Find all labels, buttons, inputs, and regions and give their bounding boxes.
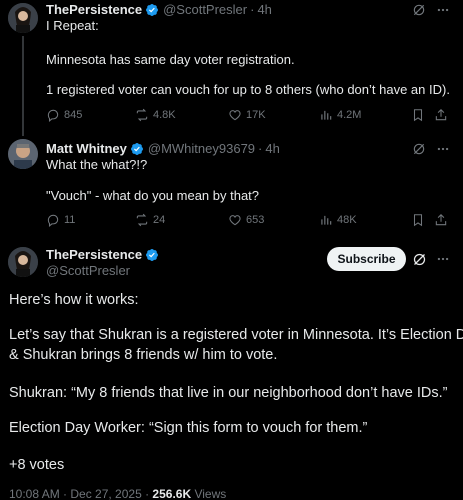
more-icon[interactable] bbox=[435, 251, 451, 267]
tweet-text-line: Minnesota has same day voter registratio… bbox=[46, 52, 295, 67]
verified-badge-icon bbox=[130, 142, 143, 155]
like-count: 17K bbox=[246, 109, 266, 121]
grok-icon[interactable] bbox=[411, 141, 427, 157]
avatar[interactable] bbox=[8, 3, 38, 33]
like-count: 653 bbox=[246, 214, 265, 226]
author-handle[interactable]: @ScottPresler bbox=[46, 263, 130, 279]
thread-line bbox=[22, 36, 24, 136]
author-handle[interactable]: @MWhitney93679 bbox=[148, 141, 255, 156]
tweet-time[interactable]: 4h bbox=[257, 2, 271, 17]
author-name[interactable]: Matt Whitney bbox=[46, 141, 127, 156]
tweet-header: ThePersistence @ScottPresler · 4h bbox=[46, 2, 272, 17]
share-icon[interactable] bbox=[433, 107, 449, 123]
main-tweet: ThePersistence @ScottPresler bbox=[0, 235, 463, 500]
tweet-header: ThePersistence bbox=[46, 247, 159, 262]
like-icon bbox=[229, 215, 241, 226]
views-count: 48K bbox=[337, 214, 357, 226]
reply-count: 845 bbox=[64, 109, 83, 121]
author-name[interactable]: ThePersistence bbox=[46, 2, 142, 17]
views-icon bbox=[321, 110, 332, 120]
tweet-text-line: "Vouch" - what do you mean by that? bbox=[46, 188, 260, 203]
tweet-scottpresler-1[interactable]: ThePersistence @ScottPresler · 4h I Repe… bbox=[0, 0, 463, 136]
repost-icon bbox=[136, 108, 148, 122]
views-label: Views bbox=[191, 487, 227, 500]
like-button[interactable]: 17K bbox=[228, 108, 266, 122]
repost-icon bbox=[136, 213, 148, 227]
main-paragraph: +8 votes bbox=[9, 457, 65, 473]
repost-count: 4.8K bbox=[153, 109, 176, 121]
grok-icon[interactable] bbox=[411, 251, 427, 267]
subscribe-button[interactable]: Subscribe bbox=[327, 247, 406, 271]
views-button[interactable]: 48K bbox=[319, 213, 357, 227]
tweet-time[interactable]: 4h bbox=[265, 141, 279, 156]
reply-icon bbox=[47, 109, 59, 122]
reply-icon bbox=[47, 214, 59, 227]
tweet-text-line: I Repeat: bbox=[46, 18, 99, 33]
views-count: 4.2M bbox=[337, 109, 362, 121]
tweet-mwhitney[interactable]: Matt Whitney @MWhitney93679 · 4h What th… bbox=[0, 135, 463, 235]
more-icon[interactable] bbox=[435, 2, 451, 18]
verified-badge-icon bbox=[146, 3, 159, 16]
reply-button[interactable]: 11 bbox=[46, 213, 75, 227]
repost-button[interactable]: 24 bbox=[135, 213, 165, 227]
verified-badge-icon bbox=[146, 248, 159, 261]
main-paragraph: Let’s say that Shukran is a registered v… bbox=[9, 327, 463, 343]
view-count: 256.6K bbox=[152, 487, 192, 500]
avatar[interactable] bbox=[8, 139, 38, 169]
repost-count: 24 bbox=[153, 214, 166, 226]
reply-count: 11 bbox=[64, 214, 76, 226]
author-handle[interactable]: @ScottPresler bbox=[163, 2, 247, 17]
like-icon bbox=[229, 110, 241, 121]
share-icon[interactable] bbox=[433, 212, 449, 228]
like-button[interactable]: 653 bbox=[228, 213, 264, 227]
tweet-timestamp[interactable]: 10:08 AM · Dec 27, 2025 · bbox=[9, 487, 152, 500]
bookmark-icon[interactable] bbox=[410, 107, 426, 123]
tweet-header: Matt Whitney @MWhitney93679 · 4h bbox=[46, 141, 280, 156]
main-paragraph: Here’s how it works: bbox=[9, 292, 139, 308]
reply-button[interactable]: 845 bbox=[46, 108, 82, 122]
tweet-text-line: 1 registered voter can vouch for up to 8… bbox=[46, 82, 450, 97]
bookmark-icon[interactable] bbox=[410, 212, 426, 228]
views-icon bbox=[321, 215, 332, 225]
tweet-text-line: What the what?!? bbox=[46, 157, 148, 172]
author-name[interactable]: ThePersistence bbox=[46, 247, 142, 262]
avatar[interactable] bbox=[8, 247, 38, 277]
more-icon[interactable] bbox=[435, 141, 451, 157]
views-button[interactable]: 4.2M bbox=[319, 108, 361, 122]
repost-button[interactable]: 4.8K bbox=[135, 108, 176, 122]
tweet-meta: 10:08 AM · Dec 27, 2025 · 256.6K Views bbox=[9, 487, 226, 500]
main-paragraph: & Shukran brings 8 friends w/ him to vot… bbox=[9, 347, 278, 363]
main-paragraph: Election Day Worker: “Sign this form to … bbox=[9, 420, 368, 436]
grok-icon[interactable] bbox=[411, 2, 427, 18]
main-paragraph: Shukran: “My 8 friends that live in our … bbox=[9, 385, 448, 401]
